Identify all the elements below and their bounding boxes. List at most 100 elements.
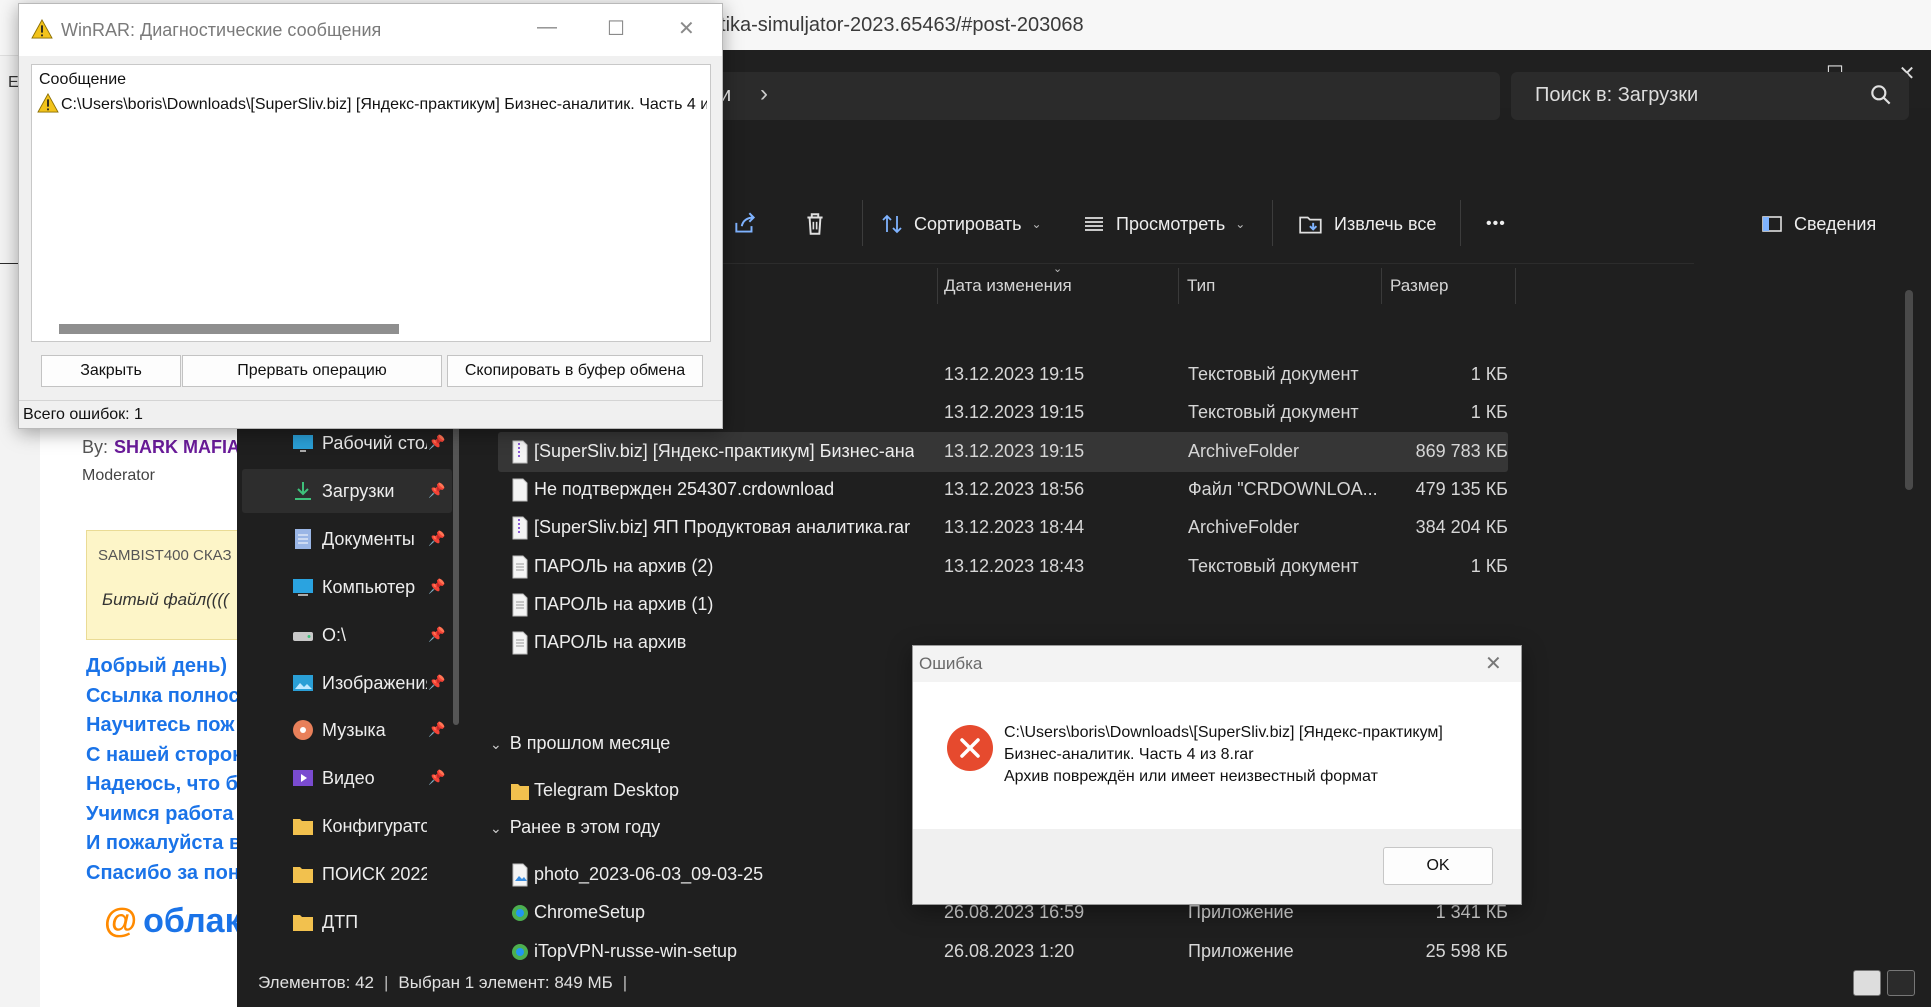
post-author-link[interactable]: SHARK MAFIA	[114, 437, 240, 457]
post-line: Учимся работа	[86, 802, 234, 825]
column-header-date[interactable]: Дата изменения	[944, 276, 1072, 296]
details-view-icon[interactable]	[1853, 970, 1881, 996]
file-row[interactable]: ПАРОЛЬ на архив (1)	[498, 585, 1508, 625]
details-label: Сведения	[1794, 213, 1877, 234]
column-header-size[interactable]: Размер	[1390, 276, 1448, 296]
file-name: ПАРОЛЬ на архив (1)	[534, 593, 714, 614]
ok-button[interactable]: OK	[1383, 847, 1493, 885]
column-separator[interactable]	[1381, 268, 1382, 304]
warning-icon	[31, 19, 53, 39]
file-row[interactable]: iTopVPN-russe-win-setup 26.08.2023 1:20 Пр…	[498, 932, 1508, 972]
nav-item[interactable]: ДТП	[242, 900, 452, 944]
documents-icon	[295, 528, 311, 549]
pin-icon[interactable]: 📌	[428, 626, 445, 643]
nav-item[interactable]: Конфигуратор	[242, 804, 452, 848]
extract-icon	[1299, 216, 1322, 234]
file-date: 13.12.2023 18:43	[944, 555, 1085, 576]
pin-icon[interactable]: 📌	[428, 578, 445, 595]
pin-icon[interactable]: 📌	[428, 530, 445, 547]
chevron-down-icon: ⌄	[1235, 217, 1246, 231]
nav-item[interactable]: ПОИСК 2022	[242, 852, 452, 896]
share-button[interactable]	[732, 205, 758, 243]
post-line: С нашей сторон	[86, 743, 245, 766]
abort-operation-button[interactable]: Прервать операцию	[182, 355, 442, 387]
by-label: By:	[82, 437, 109, 457]
file-icon	[512, 478, 528, 502]
image-file-icon	[512, 863, 528, 887]
file-date: 13.12.2023 18:56	[944, 478, 1085, 499]
file-row[interactable]: Не подтвержден 254307.crdownload 13.12.20…	[498, 470, 1508, 510]
nav-scrollbar[interactable]	[453, 425, 459, 725]
archive-icon	[512, 516, 528, 540]
selection-info: Выбран 1 элемент: 849 МБ	[398, 973, 613, 992]
file-row[interactable]: [SuperSliv.biz] ЯП Продуктовая аналитика…	[498, 508, 1508, 548]
nav-item[interactable]: Компьютер 📌	[242, 565, 452, 609]
maximize-button[interactable]: ☐	[607, 16, 625, 41]
file-date: 13.12.2023 19:15	[944, 402, 1085, 423]
more-options-button[interactable]: •••	[1486, 205, 1506, 243]
pin-icon[interactable]: 📌	[428, 434, 445, 451]
error-icon	[947, 725, 993, 771]
toolbar-separator	[1460, 200, 1461, 246]
error-count: Всего ошибок: 1	[23, 406, 143, 423]
view-button[interactable]: Просмотреть ⌄	[1082, 205, 1245, 243]
file-row[interactable]: [SuperSliv.biz] [Яндекс-практикум] Бизне…	[498, 431, 1508, 472]
drive-icon	[293, 631, 313, 641]
pin-icon[interactable]: 📌	[428, 721, 445, 738]
toolbar-separator	[862, 200, 863, 246]
search-icon[interactable]	[1868, 82, 1894, 108]
minimize-button[interactable]: —	[537, 16, 557, 39]
delete-button[interactable]	[802, 205, 828, 243]
close-dialog-button[interactable]: Закрыть	[41, 355, 181, 387]
column-separator[interactable]	[937, 268, 938, 304]
nav-item[interactable]: Документы 📌	[242, 517, 452, 561]
file-name: Не подтвержден 254307.crdownload	[534, 478, 835, 499]
extract-all-button[interactable]: Извлечь все	[1298, 205, 1436, 243]
column-separator[interactable]	[1515, 268, 1516, 304]
sort-button[interactable]: Сортировать ⌄	[880, 205, 1042, 243]
post-line: Спасибо за пон	[86, 861, 240, 884]
details-pane-button[interactable]: Сведения	[1760, 205, 1876, 243]
nav-item[interactable]: Музыка 📌	[242, 708, 452, 752]
nav-item[interactable]: Видео 📌	[242, 756, 452, 800]
copy-to-clipboard-button[interactable]: Скопировать в буфер обмена	[447, 355, 703, 387]
group-header-last-month[interactable]: ⌄ В прошлом месяце	[490, 733, 670, 754]
file-name: ПАРОЛЬ на архив	[534, 632, 687, 653]
tiles-view-icon[interactable]	[1887, 970, 1915, 996]
close-icon[interactable]: ✕	[1485, 651, 1502, 676]
horizontal-scrollbar[interactable]	[59, 324, 399, 334]
error-dialog: Ошибка ✕ C:\Users\boris\Downloads\[Super…	[912, 645, 1522, 905]
winrar-title: WinRAR: Диагностические сообщения	[61, 20, 382, 40]
file-type: ArchiveFolder	[1188, 440, 1300, 461]
toolbar-separator	[1272, 200, 1273, 246]
trash-icon	[807, 213, 823, 235]
message-column-header[interactable]: Сообщение	[39, 71, 126, 89]
pin-icon[interactable]: 📌	[428, 769, 445, 786]
nav-item[interactable]: Загрузки 📌	[242, 468, 452, 513]
post-line: Надеюсь, что б	[86, 773, 239, 795]
file-type: Текстовый документ	[1188, 555, 1359, 576]
post-line: И пожалуйста в	[86, 832, 242, 854]
app-icon	[512, 943, 528, 960]
file-row[interactable]: ПАРОЛЬ на архив (2) 13.12.2023 18:43 Текст…	[498, 547, 1508, 587]
file-name: ChromeSetup	[534, 902, 646, 923]
chevron-right-icon[interactable]: ›	[760, 80, 768, 108]
file-name: [SuperSliv.biz] [Яндекс-практикум] Бизне…	[534, 440, 914, 461]
view-list-icon	[1085, 217, 1103, 231]
group-header-earlier-year[interactable]: ⌄ Ранее в этом году	[490, 817, 660, 838]
browser-url[interactable]: alitika-simuljator-2023.65463/#post-2030…	[700, 14, 1084, 37]
nav-item-label: Документы	[322, 528, 415, 549]
column-header-type[interactable]: Тип	[1187, 276, 1215, 296]
error-title: Ошибка	[919, 654, 983, 673]
sort-label: Сортировать	[914, 213, 1022, 234]
chevron-down-icon: ⌄	[490, 736, 502, 752]
post-line: Добрый день)	[86, 655, 228, 677]
message-row[interactable]: C:\Users\boris\Downloads\[SuperSliv.biz]…	[37, 93, 707, 114]
nav-item[interactable]: O:\ 📌	[242, 613, 452, 657]
nav-item[interactable]: Изображения 📌	[242, 661, 452, 705]
file-list-scrollbar[interactable]	[1905, 290, 1913, 490]
column-separator[interactable]	[1178, 268, 1179, 304]
pin-icon[interactable]: 📌	[428, 674, 445, 691]
close-button[interactable]: ✕	[678, 16, 695, 41]
pin-icon[interactable]: 📌	[428, 482, 445, 499]
